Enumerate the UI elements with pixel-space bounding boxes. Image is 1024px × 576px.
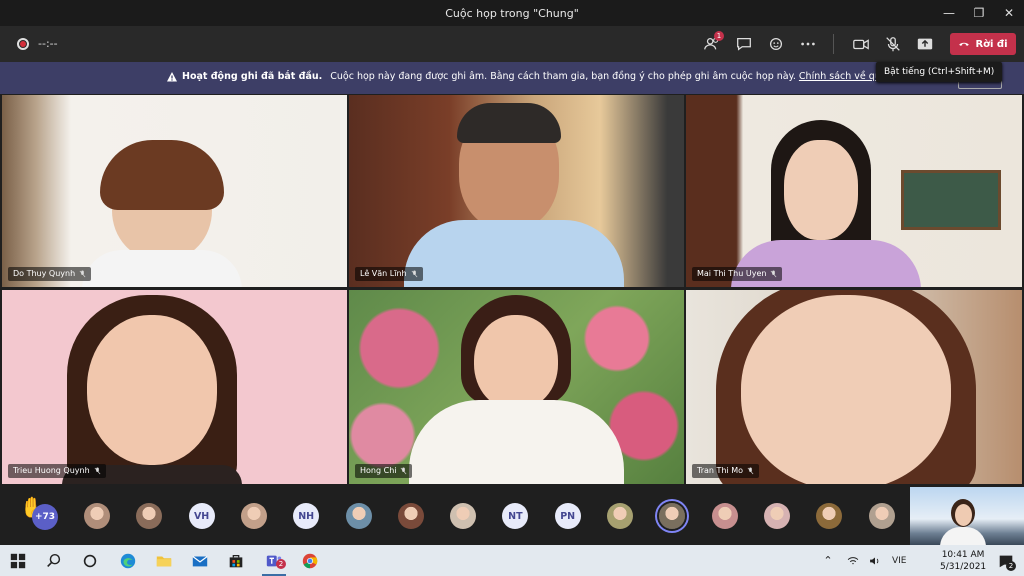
- mic-off-icon: [886, 37, 900, 52]
- camera-icon: [853, 39, 869, 50]
- system-clock[interactable]: 10:41 AM 5/31/2021: [940, 549, 986, 573]
- participant-avatar[interactable]: [345, 503, 372, 529]
- participant-strip: ✋ +73 VH NH NT PN: [0, 487, 1024, 545]
- participant-avatar[interactable]: NH: [293, 503, 320, 529]
- meeting-toolbar: --:-- 1 Rời đi: [0, 26, 1024, 62]
- mic-off-icon: [94, 467, 101, 475]
- participant-name-label: Trieu Huong Quynh: [8, 464, 106, 478]
- taskbar-edge[interactable]: [110, 545, 146, 576]
- mic-off-icon: [771, 270, 777, 278]
- participant-avatar[interactable]: [136, 503, 163, 529]
- taskbar-store[interactable]: [218, 545, 254, 576]
- video-tile[interactable]: Do Thuy Quynh: [2, 95, 347, 287]
- cortana-icon: [83, 554, 97, 567]
- recording-icon: [17, 38, 29, 50]
- participant-avatar[interactable]: [84, 503, 110, 529]
- camera-button[interactable]: [846, 29, 876, 59]
- participant-avatar[interactable]: [868, 503, 895, 529]
- mic-off-icon: [747, 467, 754, 475]
- participant-avatar[interactable]: [450, 503, 477, 529]
- participant-avatar[interactable]: [397, 503, 424, 529]
- taskbar-mail[interactable]: [182, 545, 218, 576]
- more-actions-button[interactable]: [793, 29, 823, 59]
- banner-message: Cuộc họp này đang được ghi âm. Bằng cách…: [330, 71, 796, 82]
- wifi-icon[interactable]: [846, 554, 860, 568]
- participant-name-label: Do Thuy Quynh: [8, 267, 92, 281]
- notification-count: 2: [1006, 561, 1016, 571]
- taskbar-chrome[interactable]: [292, 545, 328, 576]
- teams-badge: 2: [276, 559, 286, 569]
- minimize-button[interactable]: —: [934, 0, 964, 26]
- windows-logo-icon: [10, 553, 26, 568]
- folder-icon: [156, 556, 172, 566]
- window-title: Cuộc họp trong "Chung": [445, 6, 579, 20]
- share-icon: [917, 38, 933, 50]
- participants-badge: 1: [714, 31, 724, 41]
- system-tray: ⌃ VIE: [818, 545, 907, 576]
- edge-icon: [120, 553, 136, 568]
- self-preview-video[interactable]: [910, 487, 1024, 545]
- store-icon: [229, 554, 243, 567]
- participant-avatar[interactable]: [711, 503, 738, 529]
- reaction-icon: [769, 37, 783, 51]
- participant-avatar[interactable]: [763, 503, 790, 529]
- participant-name-label: Mai Thi Thu Uyen: [692, 267, 783, 281]
- recording-banner: Hoạt động ghi đã bắt đầu. Cuộc họp này đ…: [0, 62, 1024, 94]
- participant-name-label: Hong Chi: [355, 464, 413, 478]
- meeting-timer: --:--: [38, 37, 58, 50]
- video-tile[interactable]: Mai Thi Thu Uyen: [686, 95, 1022, 287]
- banner-text: Hoạt động ghi đã bắt đầu. Cuộc họp này đ…: [182, 71, 939, 82]
- leave-label: Rời đi: [975, 38, 1008, 50]
- participant-avatar[interactable]: [240, 503, 267, 529]
- search-button[interactable]: [36, 545, 72, 576]
- share-button[interactable]: [910, 29, 940, 59]
- maximize-button[interactable]: ❐: [964, 0, 994, 26]
- toolbar-separator: [833, 34, 834, 54]
- chevron-up-icon[interactable]: ⌃: [818, 554, 838, 567]
- mic-off-icon: [401, 467, 407, 475]
- taskbar-teams[interactable]: 2: [256, 545, 292, 576]
- video-tile[interactable]: Hong Chi: [349, 290, 684, 484]
- mute-button[interactable]: [878, 29, 908, 59]
- reactions-button[interactable]: [761, 29, 791, 59]
- search-icon: [47, 553, 61, 567]
- notification-center-button[interactable]: 2: [988, 545, 1024, 576]
- participant-name-label: Tran Thi Mo: [692, 464, 760, 478]
- warning-icon: [167, 72, 177, 82]
- video-tile[interactable]: Tran Thi Mo: [686, 290, 1022, 484]
- close-button[interactable]: ✕: [994, 0, 1024, 26]
- chat-icon: [737, 37, 751, 51]
- participants-button[interactable]: 1: [697, 29, 727, 59]
- cortana-button[interactable]: [72, 545, 108, 576]
- participant-avatar[interactable]: [816, 503, 843, 529]
- participant-name-label: Lê Văn Lĩnh: [355, 267, 423, 281]
- chat-button[interactable]: [729, 29, 759, 59]
- windows-taskbar: 2 ⌃ VIE 10:41 AM 5/31/2021 2: [0, 545, 1024, 576]
- participant-avatar[interactable]: PN: [554, 503, 581, 529]
- start-button[interactable]: [0, 545, 36, 576]
- leave-button[interactable]: Rời đi: [950, 33, 1016, 55]
- taskbar-file-explorer[interactable]: [146, 545, 182, 576]
- participant-avatar[interactable]: [607, 503, 633, 529]
- window-titlebar: Cuộc họp trong "Chung" — ❐ ✕: [0, 0, 1024, 26]
- clock-time: 10:41 AM: [941, 550, 985, 560]
- more-icon: [801, 42, 815, 46]
- more-participants-button[interactable]: +73: [32, 504, 58, 530]
- banner-heading: Hoạt động ghi đã bắt đầu.: [182, 71, 323, 82]
- video-tile[interactable]: Lê Văn Lĩnh: [349, 95, 684, 287]
- mail-icon: [192, 555, 208, 566]
- phone-hangup-icon: [959, 42, 970, 46]
- participant-avatar[interactable]: [659, 503, 686, 529]
- language-indicator[interactable]: VIE: [892, 556, 907, 566]
- video-tile[interactable]: Trieu Huong Quynh: [2, 290, 347, 484]
- mic-off-icon: [411, 270, 417, 278]
- participant-avatar[interactable]: NT: [502, 503, 529, 529]
- chrome-icon: [302, 553, 318, 568]
- mic-off-icon: [79, 270, 86, 278]
- volume-icon[interactable]: [868, 554, 882, 568]
- mute-tooltip: Bật tiếng (Ctrl+Shift+M): [876, 62, 1003, 82]
- participant-avatar[interactable]: VH: [188, 503, 215, 529]
- clock-date: 5/31/2021: [940, 562, 987, 572]
